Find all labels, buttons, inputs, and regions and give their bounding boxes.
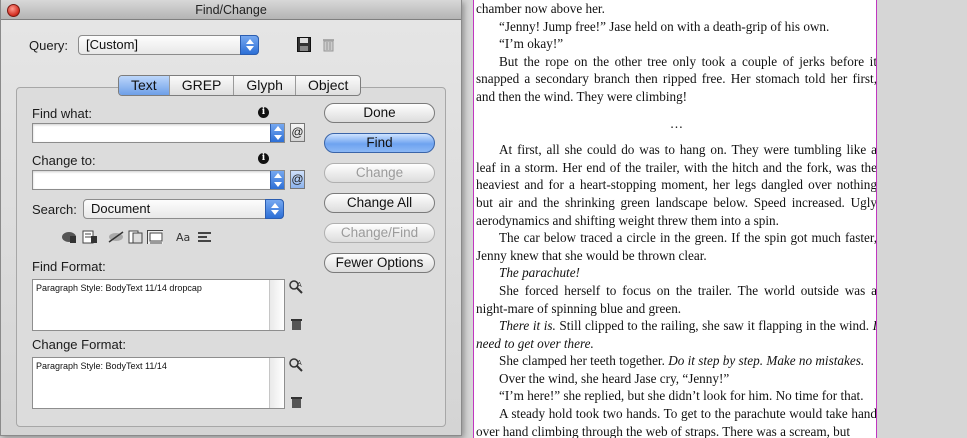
search-scope-value: Document: [91, 201, 151, 216]
svg-text:Aa: Aa: [176, 231, 190, 244]
special-characters-search-button[interactable]: @: [290, 123, 305, 142]
scrollbar[interactable]: [269, 280, 284, 330]
svg-text:A: A: [297, 360, 302, 367]
chevron-updown-icon: [240, 35, 259, 55]
paragraph: She clamped her teeth together. Do it st…: [476, 352, 876, 370]
save-query-icon[interactable]: [297, 37, 311, 52]
roman-text: Still clipped to the railing, she saw it…: [559, 318, 873, 334]
change-button[interactable]: Change: [324, 163, 435, 183]
query-label: Query:: [29, 38, 69, 53]
hidden-layers-icon[interactable]: [108, 230, 124, 244]
chevron-updown-icon: [265, 199, 284, 219]
find-format-value: Paragraph Style: BodyText 11/14 dropcap: [36, 283, 202, 293]
italic-text: The parachute!: [499, 265, 580, 281]
tab-glyph[interactable]: Glyph: [234, 76, 296, 95]
section-separator: …: [669, 115, 684, 131]
italic-text: Do it step by step. Make no mistakes.: [668, 353, 865, 369]
paragraph: “Jenny! Jump free!” Jase held on with a …: [499, 18, 830, 34]
info-icon[interactable]: i: [258, 153, 269, 164]
footnotes-icon[interactable]: [147, 230, 163, 244]
italic-text: There it is.: [499, 318, 560, 334]
tab-grep[interactable]: GREP: [170, 76, 235, 95]
paragraph: She forced herself to focus on the trail…: [476, 282, 877, 316]
document-page[interactable]: chamber now above her. “Jenny! Jump free…: [473, 0, 877, 438]
delete-query-icon[interactable]: [322, 37, 335, 52]
special-characters-replace-button[interactable]: @: [290, 170, 305, 189]
search-mode-tabs: Text GREP Glyph Object: [118, 75, 362, 96]
svg-text:A: A: [297, 282, 302, 289]
change-format-box[interactable]: Paragraph Style: BodyText 11/14: [32, 357, 285, 409]
whole-word-icon[interactable]: [197, 230, 213, 244]
find-format-box[interactable]: Paragraph Style: BodyText 11/14 dropcap: [32, 279, 285, 331]
paragraph: chamber now above her.: [476, 1, 605, 16]
paragraph: But the rope on the other tree only took…: [476, 53, 877, 104]
scrollbar[interactable]: [269, 358, 284, 408]
page-text-frame[interactable]: chamber now above her. “Jenny! Jump free…: [476, 0, 877, 438]
specify-find-format-icon[interactable]: A: [289, 280, 303, 294]
paragraph: A steady hold took two hands. To get to …: [476, 406, 877, 438]
chevron-updown-icon[interactable]: [270, 124, 284, 142]
paragraph: The car below traced a circle in the gre…: [476, 230, 877, 263]
paragraph: There it is. Still clipped to the railin…: [476, 317, 876, 352]
paragraph: At first, all she could do was to hang o…: [476, 142, 877, 228]
roman-text: She clamped her teeth together.: [499, 353, 669, 369]
info-icon[interactable]: i: [258, 107, 269, 118]
dialog-title: Find/Change: [195, 3, 267, 17]
locked-layers-icon[interactable]: [61, 230, 77, 244]
query-value: [Custom]: [86, 37, 139, 52]
done-button[interactable]: Done: [324, 103, 435, 123]
change-all-button[interactable]: Change All: [324, 193, 435, 213]
clear-change-format-icon[interactable]: [291, 396, 302, 408]
paragraph: Over the wind, she heard Jase cry, “Jenn…: [499, 370, 730, 386]
change-format-label: Change Format:: [32, 337, 126, 352]
specify-change-format-icon[interactable]: A: [289, 358, 303, 372]
paragraph: “I’m okay!”: [499, 36, 564, 52]
find-button[interactable]: Find: [324, 133, 435, 153]
tab-text[interactable]: Text: [119, 76, 170, 95]
change-find-button[interactable]: Change/Find: [324, 223, 435, 243]
fewer-options-button[interactable]: Fewer Options: [324, 253, 435, 273]
find-format-label: Find Format:: [32, 259, 106, 274]
search-label: Search:: [32, 202, 77, 217]
master-pages-icon[interactable]: [128, 230, 144, 244]
paragraph: “I’m here!” she replied, but she didn’t …: [499, 388, 864, 404]
paragraph: The parachute!: [476, 264, 876, 282]
query-select[interactable]: [Custom]: [78, 35, 259, 55]
clear-find-format-icon[interactable]: [291, 318, 302, 330]
change-to-input[interactable]: [32, 170, 285, 190]
find-what-input[interactable]: [32, 123, 285, 143]
case-sensitive-icon[interactable]: Aa: [176, 230, 192, 244]
find-change-dialog: Find/Change Query: [Custom] Text GREP Gl…: [0, 0, 462, 436]
chevron-updown-icon[interactable]: [270, 171, 284, 189]
change-to-label: Change to:: [32, 153, 96, 168]
search-scope-select[interactable]: Document: [83, 199, 284, 219]
locked-stories-icon[interactable]: [82, 230, 98, 244]
find-what-label: Find what:: [32, 106, 92, 121]
tab-object[interactable]: Object: [296, 76, 360, 95]
title-bar[interactable]: Find/Change: [1, 0, 461, 20]
change-format-value: Paragraph Style: BodyText 11/14: [36, 361, 167, 371]
